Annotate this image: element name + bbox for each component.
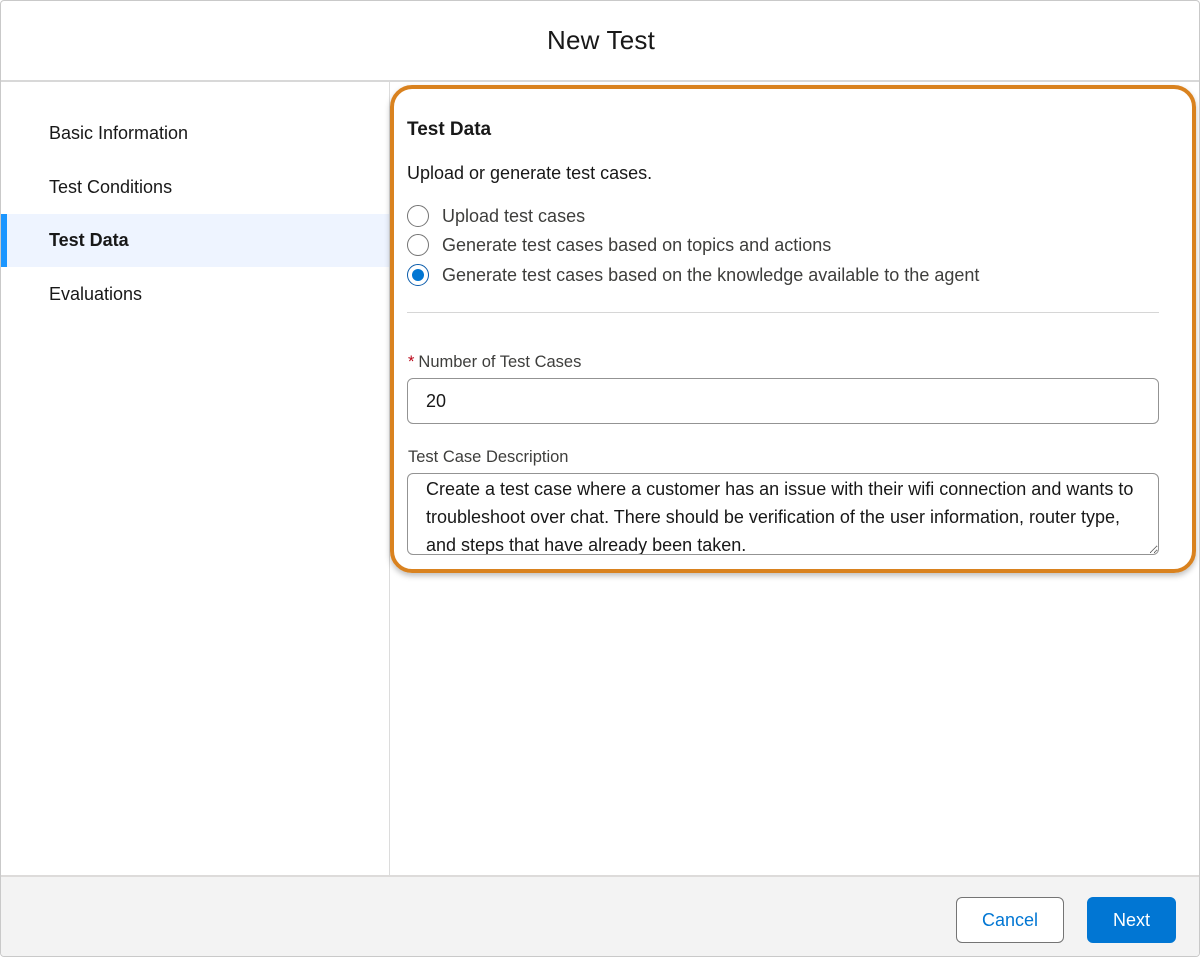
cancel-button[interactable]: Cancel — [956, 897, 1064, 943]
test-case-description-label: Test Case Description — [408, 448, 569, 466]
radio-label: Generate test cases based on topics and … — [442, 234, 832, 255]
radio-label: Upload test cases — [442, 205, 586, 226]
nav-item-label: Evaluations — [49, 284, 143, 304]
modal-title: New Test — [546, 25, 656, 55]
field-label-text: Number of Test Cases — [418, 353, 582, 371]
nav-item-test-data[interactable]: Test Data — [1, 214, 389, 267]
radio-generate-knowledge[interactable]: Generate test cases based on the knowled… — [407, 262, 979, 288]
radio-upload-test-cases[interactable]: Upload test cases — [407, 203, 585, 229]
radio-generate-topics-actions[interactable]: Generate test cases based on topics and … — [407, 232, 831, 258]
required-indicator: * — [408, 353, 415, 371]
number-of-test-cases-input[interactable] — [407, 378, 1159, 424]
number-of-test-cases-label: * Number of Test Cases — [408, 353, 581, 372]
next-button[interactable]: Next — [1087, 897, 1176, 943]
modal-header: New Test — [1, 1, 1199, 82]
section-title: Test Data — [407, 119, 492, 140]
nav-item-label: Test Data — [49, 230, 129, 250]
nav-item-test-conditions[interactable]: Test Conditions — [1, 161, 389, 214]
nav-item-basic-information[interactable]: Basic Information — [1, 107, 389, 160]
modal-footer: Cancel Next — [1, 875, 1199, 956]
test-case-description-textarea[interactable]: Create a test case where a customer has … — [407, 473, 1159, 555]
section-divider — [407, 312, 1159, 313]
radio-label: Generate test cases based on the knowled… — [442, 264, 980, 285]
nav-item-evaluations[interactable]: Evaluations — [1, 268, 389, 321]
nav-item-label: Test Conditions — [49, 177, 173, 197]
radio-dot — [412, 269, 424, 281]
radio-checked-icon[interactable] — [407, 264, 429, 286]
step-navigation: Basic Information Test Conditions Test D… — [1, 82, 390, 875]
section-description: Upload or generate test cases. — [407, 163, 653, 183]
radio-unchecked-icon[interactable] — [407, 205, 429, 227]
new-test-modal: New Test Basic Information Test Conditio… — [0, 0, 1200, 957]
radio-unchecked-icon[interactable] — [407, 234, 429, 256]
nav-item-label: Basic Information — [49, 123, 189, 143]
